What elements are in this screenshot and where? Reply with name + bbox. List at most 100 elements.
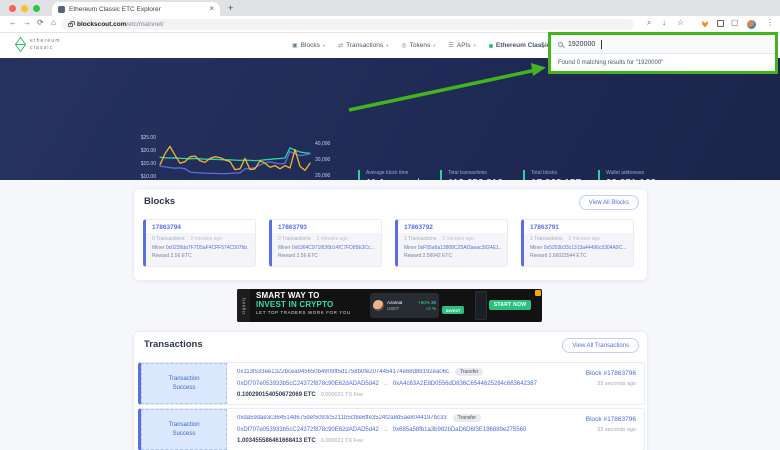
block-number-link[interactable]: 17863791 xyxy=(524,220,633,233)
miner-address-link[interactable]: 0xF55a6a13808C25Af2aeac3924E1... xyxy=(418,245,501,251)
search-query-text: 1920000 xyxy=(568,41,595,48)
tx-from-link[interactable]: 0xDf707e053933b5cC24372f878c90E62dADAD5d… xyxy=(237,381,379,387)
y-axis-tick-right: 20,000 xyxy=(315,173,330,179)
tx-block-link[interactable]: Block #17863796 xyxy=(586,370,636,377)
traffic-light-maximize[interactable] xyxy=(33,5,40,12)
tx-timestamp: 33 seconds ago xyxy=(586,427,636,433)
blocks-title: Blocks xyxy=(144,196,175,207)
ad-choices-icon[interactable] xyxy=(535,290,541,296)
ad-brand: zignaly xyxy=(237,289,250,322)
search-annotation-box: 1920000 Found 0 matching results for "19… xyxy=(548,32,778,74)
block-card: 17863793 0 Transactions2 minutes ago Min… xyxy=(269,219,382,267)
blocks-icon: ▣ xyxy=(292,42,298,49)
view-all-blocks-button[interactable]: View All Blocks xyxy=(579,195,639,210)
network-status-dot xyxy=(489,44,493,48)
zoom-icon[interactable]: ⌕ xyxy=(647,19,651,27)
tx-hash-link[interactable]: 0x113f533ee1322bcea945650b4909ff5d1758b0… xyxy=(237,369,449,375)
tokens-icon: ◎ xyxy=(401,42,406,49)
miner-address-link[interactable]: 0x5253b33c1313a44496c5304A9C... xyxy=(544,245,627,251)
main-nav: ▣Blocks▾ ⇄Transactions▾ ◎Tokens▾ ☰APIs▾ … xyxy=(292,33,556,58)
tab-title: Ethereum Classic ETC Explorer xyxy=(69,6,205,13)
transactions-title: Transactions xyxy=(144,339,203,350)
ad-invest-button[interactable]: INVEST xyxy=(442,306,464,314)
reload-icon[interactable]: ⟳ xyxy=(37,19,44,27)
trader-avatar xyxy=(373,300,384,311)
y-axis-tick: $20.00 xyxy=(132,148,156,154)
url-path: /etc/mainnet/ xyxy=(126,21,163,28)
block-number-link[interactable]: 17863793 xyxy=(272,220,381,233)
ethereum-classic-logo-icon xyxy=(14,37,27,52)
url-domain: blockscout.com xyxy=(77,21,126,28)
miner-address-link[interactable]: 0x6364C971f636b14fC7FD85E3Cc... xyxy=(292,245,375,251)
address-bar[interactable]: blockscout.com/etc/mainnet/ xyxy=(62,19,634,30)
download-icon[interactable]: ↓ xyxy=(662,19,666,27)
transaction-row: Transaction Success 0x113f533ee1322bcea9… xyxy=(138,362,645,405)
search-result-message: Found 0 matching results for "1920000" xyxy=(558,60,663,66)
ad-phone-mockup xyxy=(475,291,487,320)
block-number-link[interactable]: 17863792 xyxy=(398,220,507,233)
transaction-row: Transaction Success 0xda59dae3c364514d67… xyxy=(138,408,645,450)
block-card: 17863791 1 Transactions2 minutes ago Min… xyxy=(521,219,634,267)
traffic-light-minimize[interactable] xyxy=(21,5,28,12)
tx-from-link[interactable]: 0xDf707e053933b5cC24372f878c90E62dADAD5d… xyxy=(237,427,379,433)
tx-to-link[interactable]: 0xA4c63A2E8D0556dD836C6544625284c6636423… xyxy=(393,381,537,387)
dark-mode-moon-icon[interactable]: ☾ xyxy=(540,41,547,50)
extensions-puzzle-icon[interactable] xyxy=(717,20,724,27)
nav-item-tokens[interactable]: ◎Tokens▾ xyxy=(401,42,435,49)
arrow-right-icon: → xyxy=(383,381,389,387)
search-icon xyxy=(558,42,563,47)
transactions-panel: Transactions View All Transactions Trans… xyxy=(133,331,648,450)
tx-to-link[interactable]: 0x685a58fb1a3b982bDaD6D6f3E196889e275560 xyxy=(393,427,526,433)
miner-address-link[interactable]: 0x0239da7F7D5aF4CFF574C507bb... xyxy=(166,245,249,251)
chevron-down-icon: ▾ xyxy=(323,43,325,49)
view-all-transactions-button[interactable]: View All Transactions xyxy=(562,338,639,353)
site-logo-text: ethereum classic xyxy=(30,38,61,52)
transactions-icon: ⇄ xyxy=(338,42,343,49)
nav-item-transactions[interactable]: ⇄Transactions▾ xyxy=(338,42,388,49)
y-axis-tick: $15.00 xyxy=(132,161,156,167)
y-axis-tick: $25.00 xyxy=(132,135,156,141)
arrow-right-icon: → xyxy=(383,427,389,433)
app-root: Ethereum Classic ETC Explorer × + ← → ⟳ … xyxy=(0,0,780,450)
back-icon[interactable]: ← xyxy=(9,19,17,27)
transaction-status-badge: Transaction Success xyxy=(141,409,227,450)
metamask-fox-icon[interactable] xyxy=(701,20,709,28)
tx-hash-link[interactable]: 0xda59dae3c364514d675def5093c5211b5cf8e6… xyxy=(237,415,447,421)
sidebar-square-icon[interactable]: ▢ xyxy=(731,19,739,27)
y-axis-tick-right: 30,000 xyxy=(315,157,330,163)
search-result-dropdown[interactable]: Found 0 matching results for "1920000" xyxy=(551,54,775,71)
tx-fee: 0.000021 TX Fee xyxy=(321,392,363,398)
tx-block-link[interactable]: Block #17863796 xyxy=(586,416,636,423)
chevron-down-icon: ▾ xyxy=(386,43,388,49)
ad-trader-card: Azamat USDT +60% 39 +2 % xyxy=(370,293,439,318)
traffic-light-close[interactable] xyxy=(9,5,16,12)
nav-item-blocks[interactable]: ▣Blocks▾ xyxy=(292,42,325,49)
apis-icon: ☰ xyxy=(448,42,453,49)
new-tab-button[interactable]: + xyxy=(228,3,233,13)
browser-menu-dots-icon[interactable]: ⋮ xyxy=(766,19,774,27)
chevron-down-icon: ▾ xyxy=(474,43,476,49)
y-axis-tick-right: 40,000 xyxy=(315,141,330,147)
tab-close-icon[interactable]: × xyxy=(209,5,214,13)
lock-icon xyxy=(68,23,73,27)
nav-item-apis[interactable]: ☰APIs▾ xyxy=(448,42,475,49)
ad-start-now-button[interactable]: START NOW xyxy=(489,300,531,310)
tx-value: 1.003455586461668413 ETC xyxy=(237,438,316,444)
bookmark-star-icon[interactable]: ☆ xyxy=(677,19,684,27)
profile-avatar[interactable] xyxy=(747,20,756,29)
tab-favicon-icon xyxy=(58,6,65,13)
search-input[interactable]: 1920000 xyxy=(551,35,775,54)
tx-timestamp: 33 seconds ago xyxy=(586,381,636,387)
browser-tab-strip: Ethereum Classic ETC Explorer × + xyxy=(0,0,780,16)
hero-section: $25.00 $20.00 $15.00 $10.00 40,000 30,00… xyxy=(0,58,780,180)
transaction-status-badge: Transaction Success xyxy=(141,363,227,404)
block-card: 17863792 1 Transactions2 minutes ago Min… xyxy=(395,219,508,267)
site-logo[interactable]: ethereum classic xyxy=(14,37,61,52)
forward-icon[interactable]: → xyxy=(23,19,31,27)
browser-tab[interactable]: Ethereum Classic ETC Explorer × xyxy=(52,2,220,16)
ad-headline: SMART WAY TO INVEST IN CRYPTO LET TOP TR… xyxy=(256,291,351,315)
ad-banner[interactable]: zignaly SMART WAY TO INVEST IN CRYPTO LE… xyxy=(237,289,542,322)
block-number-link[interactable]: 17863794 xyxy=(146,220,255,233)
home-icon[interactable]: ⌂ xyxy=(51,19,56,27)
tx-type-chip: Transfer xyxy=(453,414,481,422)
